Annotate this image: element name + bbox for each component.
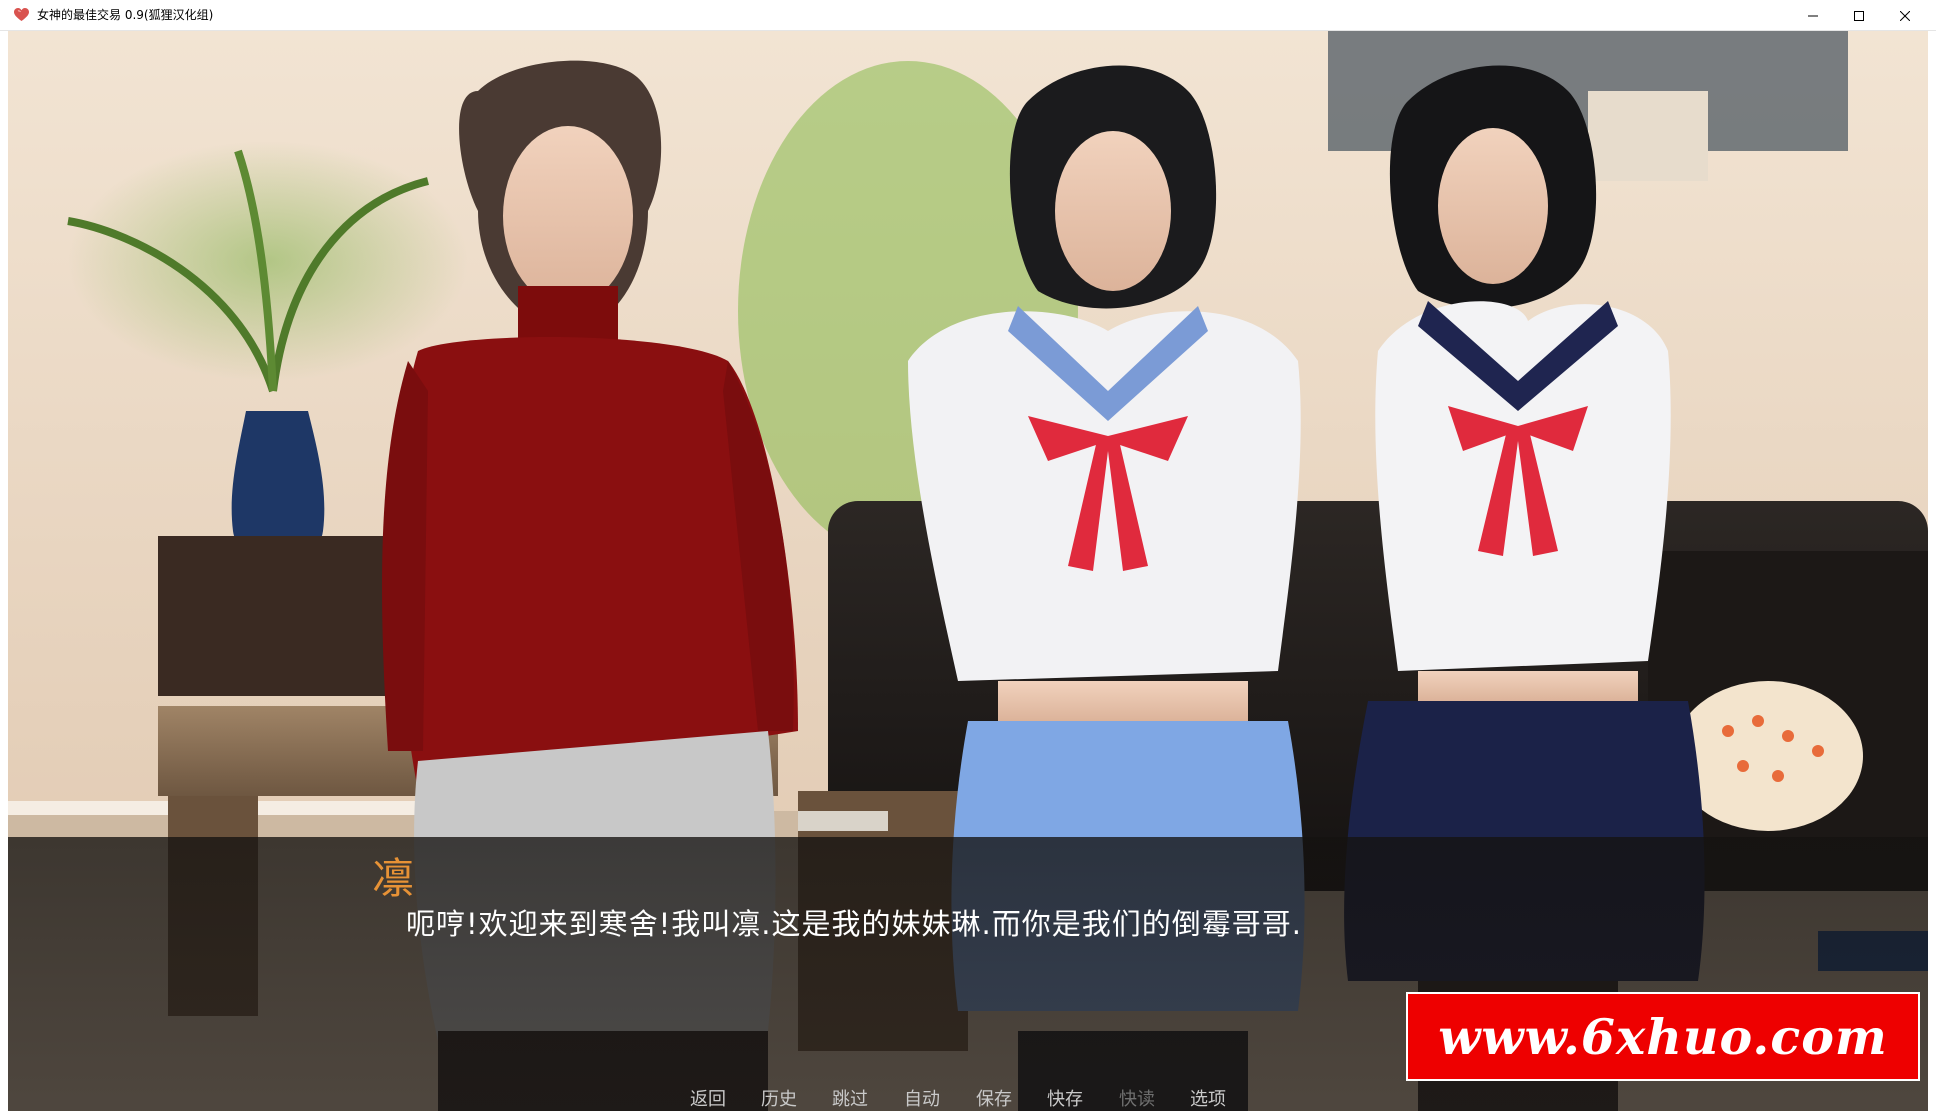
quick-menu: 返回 历史 跳过 自动 保存 快存 快读 选项 <box>8 1089 1928 1111</box>
watermark: www.6xhuo.com <box>1406 992 1920 1081</box>
history-button[interactable]: 历史 <box>761 1089 797 1111</box>
watermark-text: www.6xhuo.com <box>1438 1007 1888 1066</box>
quick-load-button[interactable]: 快读 <box>1119 1089 1155 1111</box>
minimize-button[interactable] <box>1790 0 1836 31</box>
speaker-name: 凛 <box>372 854 415 903</box>
heart-app-icon <box>14 8 29 21</box>
preferences-button[interactable]: 选项 <box>1190 1089 1226 1111</box>
quick-save-button[interactable]: 快存 <box>1047 1089 1083 1111</box>
game-window: 女神的最佳交易 0.9(狐狸汉化组) 凛 呃哼!欢迎来到寒舍!我叫凛.这是我的妹… <box>0 0 1936 1119</box>
title-bar[interactable]: 女神的最佳交易 0.9(狐狸汉化组) <box>0 0 1936 31</box>
save-button[interactable]: 保存 <box>976 1089 1012 1111</box>
game-viewport[interactable]: 凛 呃哼!欢迎来到寒舍!我叫凛.这是我的妹妹琳.而你是我们的倒霉哥哥. www.… <box>8 31 1928 1111</box>
window-title: 女神的最佳交易 0.9(狐狸汉化组) <box>37 8 214 22</box>
skip-button[interactable]: 跳过 <box>832 1089 868 1111</box>
close-button[interactable] <box>1882 0 1928 31</box>
close-icon <box>1900 10 1910 21</box>
auto-button[interactable]: 自动 <box>904 1089 940 1111</box>
back-button[interactable]: 返回 <box>690 1089 726 1111</box>
maximize-button[interactable] <box>1836 0 1882 31</box>
maximize-icon <box>1854 10 1864 21</box>
dialogue-text: 呃哼!欢迎来到寒舍!我叫凛.这是我的妹妹琳.而你是我们的倒霉哥哥. <box>406 907 1302 941</box>
minimize-icon <box>1808 15 1818 16</box>
